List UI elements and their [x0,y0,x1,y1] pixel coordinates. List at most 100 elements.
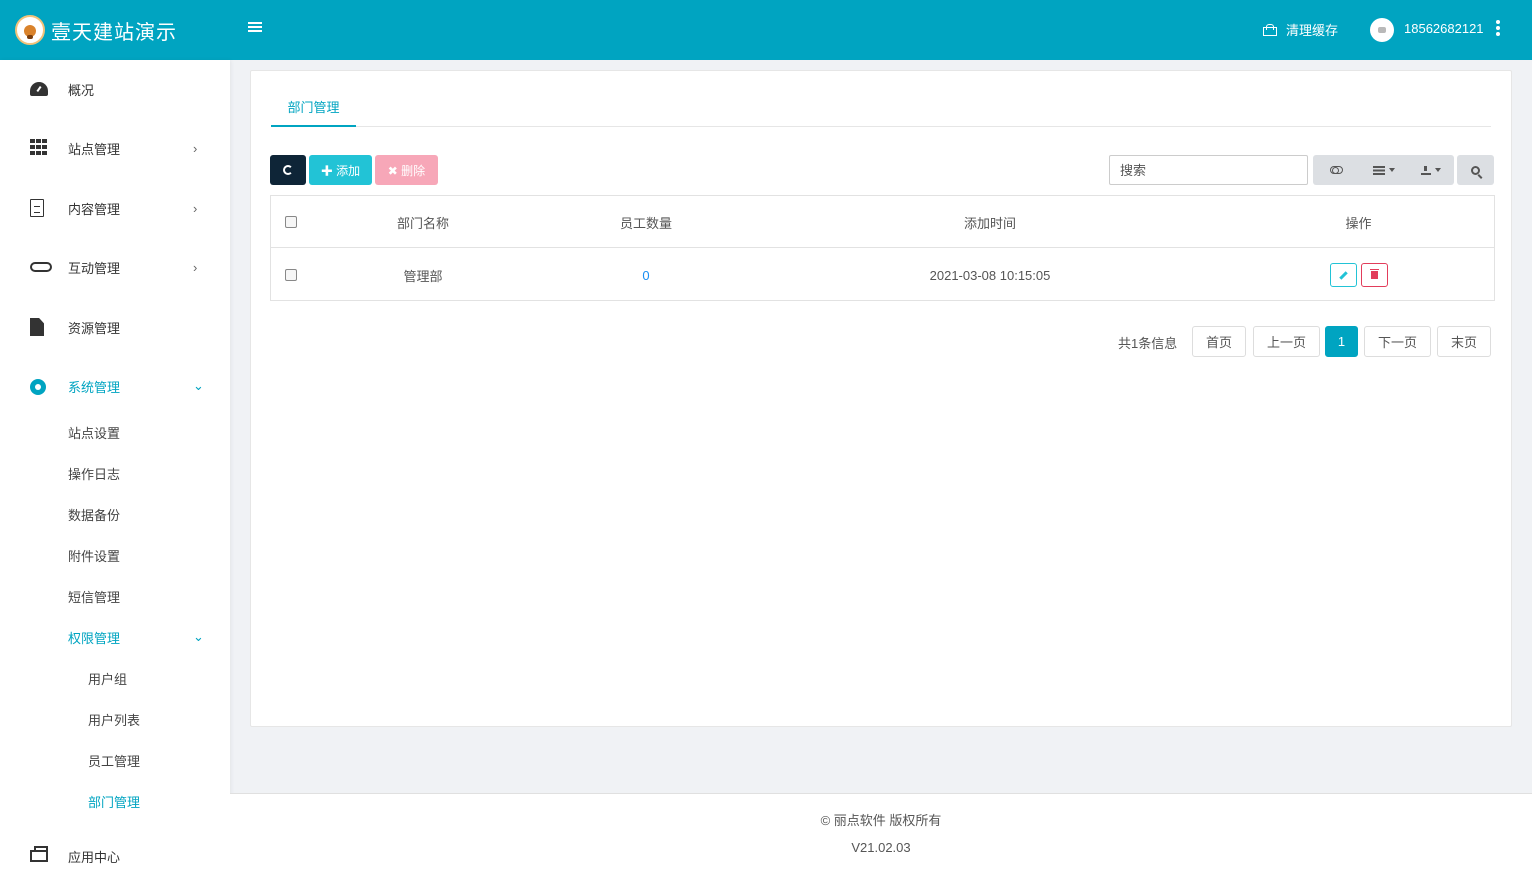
copyright-text: © 丽点软件 版权所有 [820,813,942,828]
sidebar-item-label: 互动管理 [68,260,121,276]
sidebar-item-staff[interactable]: 员工管理 [0,745,230,775]
sidebar-item-label: 应用中心 [68,849,121,865]
chevron-down-icon: ⌄ [193,629,204,644]
top-navbar: 壹天建站演示 清理缓存 18562682121 [0,0,1532,60]
department-name: 管理部 [403,268,443,284]
download-icon [1420,165,1431,175]
sidebar-item-resources[interactable]: 资源管理 [0,307,230,347]
sidebar-item-interaction[interactable]: 互动管理 › [0,247,230,287]
trash-icon [1369,269,1379,279]
sidebar-item-site-settings[interactable]: 站点设置 [0,417,230,447]
caret-down-icon [1434,168,1441,172]
column-header-actions: 操作 [1345,215,1372,231]
gear-icon [30,379,46,395]
refresh-icon [283,165,293,175]
sidebar-item-label: 操作日志 [68,466,121,482]
edit-button[interactable] [1329,263,1357,287]
sidebar-item-content[interactable]: 内容管理 › [0,188,230,228]
sidebar-item-site[interactable]: 站点管理 › [0,128,230,168]
user-name[interactable]: 18562682121 [1404,21,1484,36]
sidebar-item-label: 权限管理 [68,630,121,646]
box-icon [30,846,48,862]
main-panel: 部门管理 ✚ 添加 ✖ 删除 部门名称 员工数量 添加时间 操作 [250,70,1512,727]
search-input[interactable] [1109,155,1308,185]
toggle-view-button[interactable] [1313,155,1360,185]
first-page-button[interactable]: 首页 [1192,326,1246,357]
footer: © 丽点软件 版权所有 V21.02.03 [230,793,1532,872]
column-header-time[interactable]: 添加时间 [757,196,1223,248]
sidebar-item-permissions[interactable]: 权限管理 ⌄ [0,622,230,652]
refresh-button[interactable] [270,155,306,185]
sidebar: 概况 站点管理 › 内容管理 › 互动管理 › 资源管理 系统管理 ⌄ 站点设置… [0,60,230,872]
sidebar-item-app-center[interactable]: 应用中心 [0,836,230,872]
sidebar-item-data-backup[interactable]: 数据备份 [0,499,230,529]
tab-departments[interactable]: 部门管理 [271,97,356,127]
current-page-button[interactable]: 1 [1325,326,1358,357]
tab-bar: 部门管理 [271,71,1491,127]
tab-label: 部门管理 [287,100,340,115]
sidebar-item-label: 内容管理 [68,201,121,217]
sidebar-item-label: 资源管理 [68,320,121,336]
avatar[interactable] [1370,18,1394,42]
prev-page-button[interactable]: 上一页 [1253,326,1320,357]
sidebar-item-label: 数据备份 [68,507,121,523]
chevron-right-icon: › [193,259,198,275]
sidebar-item-label: 概况 [68,82,95,98]
row-actions [1223,249,1494,301]
sidebar-item-label: 站点管理 [68,141,121,157]
export-dropdown[interactable] [1407,155,1454,185]
dashboard-icon [30,82,48,96]
row-checkbox[interactable] [285,269,297,281]
sidebar-item-user-list[interactable]: 用户列表 [0,704,230,734]
grid-icon [30,139,48,155]
add-button[interactable]: ✚ 添加 [309,155,372,185]
clear-cache-label: 清理缓存 [1286,23,1339,38]
chevron-right-icon: › [193,200,198,216]
next-page-button[interactable]: 下一页 [1364,326,1431,357]
search-icon [1471,165,1480,175]
select-all-checkbox[interactable] [285,216,297,228]
list-icon [1372,165,1385,175]
sidebar-item-user-groups[interactable]: 用户组 [0,663,230,693]
delete-button[interactable]: ✖ 删除 [375,155,438,185]
sidebar-item-attachment-settings[interactable]: 附件设置 [0,540,230,570]
sidebar-item-sms[interactable]: 短信管理 [0,581,230,611]
handshake-icon [30,262,52,272]
menu-toggle-icon[interactable] [248,22,262,38]
department-table: 部门名称 员工数量 添加时间 操作 管理部 0 2021-03-08 10:15… [270,195,1495,301]
more-vertical-icon[interactable] [1494,20,1502,40]
file-icon [30,318,44,336]
sidebar-item-label: 员工管理 [88,753,141,769]
table-header-row: 部门名称 员工数量 添加时间 操作 [271,196,1494,248]
columns-dropdown[interactable] [1360,155,1407,185]
brand-name: 壹天建站演示 [51,21,177,44]
table-row: 管理部 0 2021-03-08 10:15:05 [271,249,1494,301]
sidebar-item-system[interactable]: 系统管理 ⌄ [0,366,230,406]
sidebar-item-overview[interactable]: 概况 [0,69,230,109]
chevron-down-icon: ⌄ [193,378,204,393]
pagination-info: 共1条信息 [1118,336,1178,351]
sidebar-item-label: 短信管理 [68,589,121,605]
chevron-right-icon: › [193,140,198,156]
sidebar-item-departments[interactable]: 部门管理 [0,786,230,816]
sidebar-item-label: 用户列表 [88,712,141,728]
delete-row-button[interactable] [1360,263,1388,287]
sidebar-item-operation-log[interactable]: 操作日志 [0,458,230,488]
search-button[interactable] [1457,155,1494,185]
staff-count-link[interactable]: 0 [642,268,649,283]
caret-down-icon [1388,168,1395,172]
pencil-icon [1338,270,1348,280]
clear-cache-button[interactable]: 清理缓存 [1262,20,1338,39]
brand[interactable]: 壹天建站演示 [0,0,230,60]
created-time: 2021-03-08 10:15:05 [929,267,1051,283]
sidebar-item-label: 附件设置 [68,548,121,564]
sidebar-item-label: 用户组 [88,671,128,687]
document-icon [30,199,44,217]
column-header-name[interactable]: 部门名称 [311,196,535,248]
column-header-count[interactable]: 员工数量 [535,196,757,248]
brand-logo-icon [15,15,45,45]
table-toolbar [1313,155,1454,185]
last-page-button[interactable]: 末页 [1437,326,1491,357]
sidebar-item-label: 系统管理 [68,379,121,395]
sidebar-item-label: 部门管理 [88,794,141,810]
